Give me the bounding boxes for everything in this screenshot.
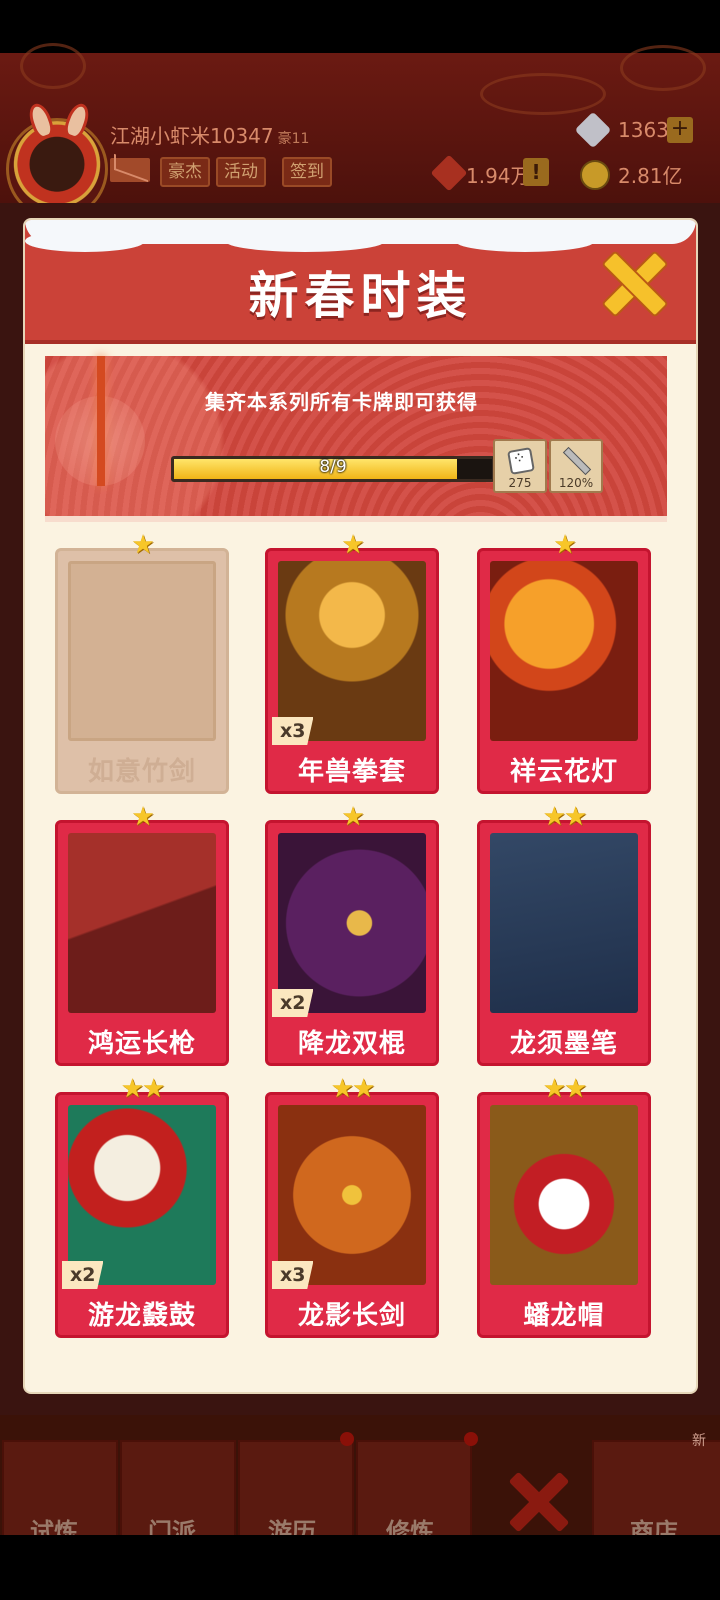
card-frame: x2 游龙鼗鼓 <box>55 1092 229 1338</box>
coins-value: 2.81亿 <box>618 164 683 188</box>
bonus-item[interactable]: 275 <box>493 439 547 493</box>
signin-button[interactable]: 签到 <box>282 157 332 187</box>
star-rating-icon: ★ <box>131 530 154 560</box>
card-frame: 龙须墨笔 <box>477 820 651 1066</box>
progress-text: 8/9 <box>319 457 347 477</box>
card-artwork <box>490 1105 638 1285</box>
card-count-badge: x3 <box>272 1261 314 1289</box>
notification-dot <box>340 1432 354 1446</box>
system-nav-bar <box>0 1535 720 1600</box>
card-artwork <box>490 833 638 1013</box>
card-name: 祥云花灯 <box>509 757 618 787</box>
card-name: 游龙鼗鼓 <box>87 1301 196 1331</box>
new-badge: 新 <box>692 1433 706 1449</box>
card-name: 鸿运长枪 <box>87 1029 196 1059</box>
notification-dot <box>464 1432 478 1446</box>
card-artwork <box>490 561 638 741</box>
star-rating-icon: ★★ <box>542 1074 588 1104</box>
card-name: 龙影长剑 <box>297 1301 406 1331</box>
heroes-button[interactable]: 豪杰 <box>160 157 210 187</box>
gems-count: 1363 <box>618 118 669 142</box>
close-dialog-button[interactable] <box>603 252 663 312</box>
card-frame: 蟠龙帽 <box>477 1092 651 1338</box>
card-artwork <box>278 1105 426 1285</box>
status-bar <box>0 0 720 53</box>
star-rating-icon: ★ <box>341 530 364 560</box>
card-name: 如意竹剑 <box>87 757 196 787</box>
card-count-badge: x2 <box>62 1261 104 1289</box>
costume-card[interactable]: 龙须墨笔 ★★ <box>477 804 651 1066</box>
costume-collection-dialog: 新春时装 集齐本系列所有卡牌即可获得 8/9 275 120% 如意竹剑 ★ x3 年… <box>25 220 696 1392</box>
power-value: 1.94万 <box>466 164 531 188</box>
sword-decoration <box>97 356 105 486</box>
dice-icon <box>507 447 535 475</box>
dialog-title: 新春时装 <box>248 267 473 325</box>
collection-progress-bar: 8/9 <box>171 456 495 482</box>
card-name: 蟠龙帽 <box>523 1301 605 1331</box>
dialog-header: 新春时装 <box>25 220 696 344</box>
snow-decoration <box>25 230 145 252</box>
card-count-badge: x3 <box>272 717 314 745</box>
star-rating-icon: ★★ <box>120 1074 166 1104</box>
player-rank: 豪11 <box>277 131 310 147</box>
mail-icon[interactable] <box>110 158 150 182</box>
player-name: 江湖小虾米10347 豪11 <box>110 120 309 149</box>
card-artwork <box>68 1105 216 1285</box>
card-frame: x3 龙影长剑 <box>265 1092 439 1338</box>
alert-button[interactable]: ! <box>523 158 549 186</box>
cloud-decoration <box>20 43 86 89</box>
player-name-text: 江湖小虾米10347 <box>110 124 274 148</box>
snow-decoration <box>225 230 385 252</box>
bonus-value: 275 <box>508 476 532 490</box>
card-name: 龙须墨笔 <box>509 1029 618 1059</box>
costume-card[interactable]: 祥云花灯 ★ <box>477 532 651 794</box>
card-frame: 鸿运长枪 <box>55 820 229 1066</box>
card-artwork <box>278 561 426 741</box>
top-bar <box>0 43 720 203</box>
costume-card[interactable]: 鸿运长枪 ★ <box>55 804 229 1066</box>
card-name: 年兽拳套 <box>297 757 406 787</box>
add-gems-button[interactable]: + <box>667 117 693 143</box>
bonus-item[interactable]: 120% <box>549 439 603 493</box>
card-frame: 祥云花灯 <box>477 548 651 794</box>
costume-card[interactable]: x3 龙影长剑 ★★ <box>265 1076 439 1338</box>
star-rating-icon: ★★ <box>330 1074 376 1104</box>
card-frame: x2 降龙双棍 <box>265 820 439 1066</box>
card-artwork <box>68 561 216 741</box>
card-frame: x3 年兽拳套 <box>265 548 439 794</box>
cloud-decoration <box>620 45 706 91</box>
close-menu-icon[interactable] <box>508 1470 568 1530</box>
banner-text: 集齐本系列所有卡牌即可获得 <box>205 390 478 414</box>
card-frame: 如意竹剑 <box>55 548 229 794</box>
costume-card[interactable]: 如意竹剑 ★ <box>55 532 229 794</box>
card-artwork <box>68 833 216 1013</box>
card-artwork <box>278 833 426 1013</box>
card-count-badge: x2 <box>272 989 314 1017</box>
sword-icon <box>562 446 592 476</box>
costume-card[interactable]: x2 游龙鼗鼓 ★★ <box>55 1076 229 1338</box>
coin-icon <box>580 160 610 190</box>
activity-button[interactable]: 活动 <box>216 157 266 187</box>
star-rating-icon: ★ <box>341 802 364 832</box>
card-name: 降龙双棍 <box>297 1029 406 1059</box>
costume-card[interactable]: x3 年兽拳套 ★ <box>265 532 439 794</box>
bonus-value: 120% <box>558 476 594 490</box>
costume-card[interactable]: 蟠龙帽 ★★ <box>477 1076 651 1338</box>
costume-card[interactable]: x2 降龙双棍 ★ <box>265 804 439 1066</box>
snow-decoration <box>455 230 595 252</box>
star-rating-icon: ★ <box>553 530 576 560</box>
collection-banner: 集齐本系列所有卡牌即可获得 8/9 275 120% <box>45 356 667 522</box>
cloud-decoration <box>480 73 606 115</box>
star-rating-icon: ★ <box>131 802 154 832</box>
star-rating-icon: ★★ <box>542 802 588 832</box>
